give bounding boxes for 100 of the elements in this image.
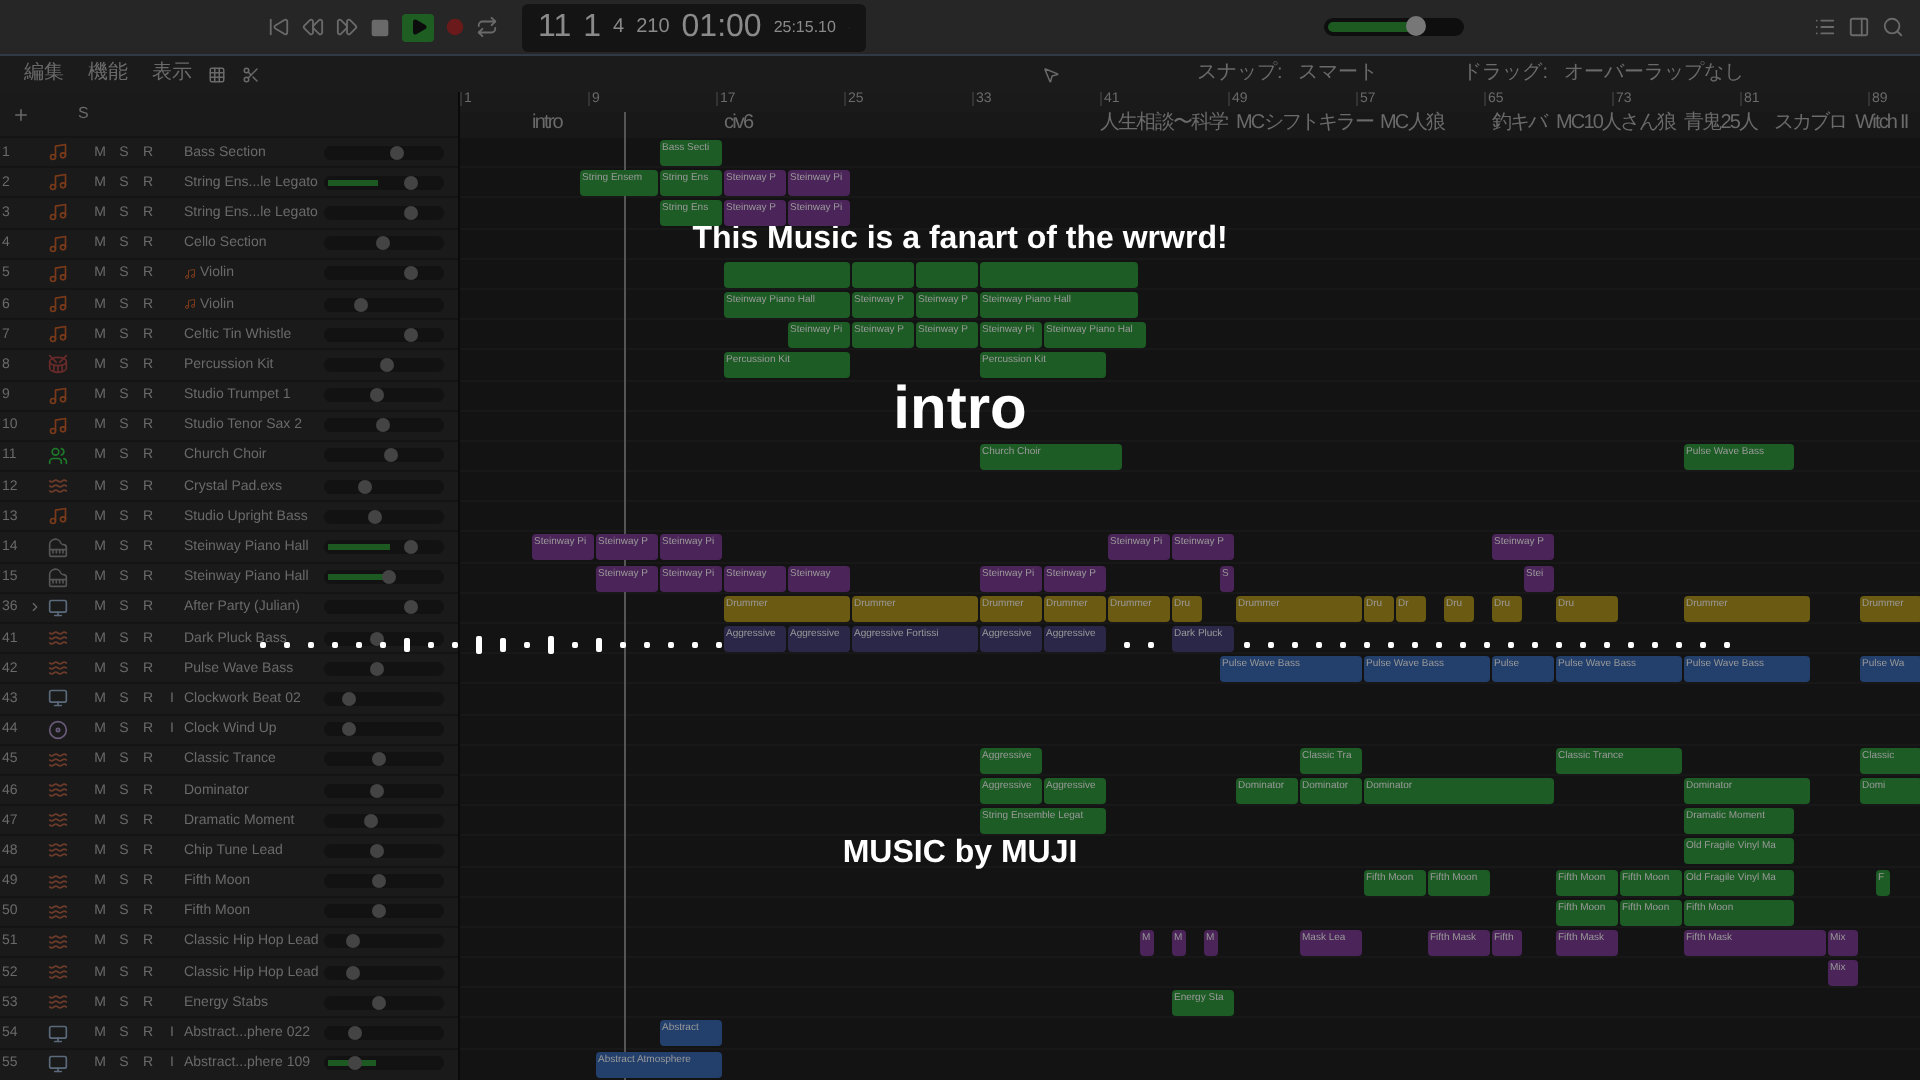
rewind-icon[interactable] — [302, 16, 324, 38]
music-note-icon — [48, 324, 68, 345]
slider-thumb[interactable] — [404, 327, 419, 342]
stop-icon[interactable] — [370, 17, 390, 37]
menu-button[interactable]: 表示 — [152, 64, 192, 84]
slider-thumb[interactable] — [348, 1056, 362, 1071]
volume-slider[interactable] — [324, 934, 444, 949]
wave-icon — [48, 901, 68, 922]
slider-thumb[interactable] — [369, 783, 384, 798]
slider-thumb[interactable] — [404, 540, 419, 555]
volume-slider[interactable] — [324, 297, 444, 312]
slider-thumb[interactable] — [354, 297, 368, 312]
pointer-icon[interactable] — [1042, 65, 1061, 83]
slider-thumb[interactable] — [1405, 16, 1426, 36]
volume-slider[interactable] — [324, 1056, 444, 1071]
slider-thumb[interactable] — [367, 509, 382, 524]
volume-slider[interactable] — [324, 570, 444, 585]
region[interactable] — [916, 261, 978, 288]
add-track-icon[interactable] — [12, 105, 30, 123]
slider-thumb[interactable] — [369, 843, 384, 858]
slider-thumb[interactable] — [380, 357, 395, 372]
slider-thumb[interactable] — [372, 904, 386, 919]
slider-thumb[interactable] — [369, 631, 384, 646]
slider-thumb[interactable] — [404, 205, 419, 220]
volume-slider[interactable] — [324, 691, 444, 706]
slider-thumb[interactable] — [384, 448, 398, 463]
music-note-icon — [48, 142, 68, 163]
volume-slider[interactable] — [324, 1026, 444, 1041]
volume-slider[interactable] — [324, 509, 444, 524]
volume-slider[interactable] — [324, 357, 444, 372]
slider-thumb[interactable] — [375, 236, 390, 251]
slider-thumb[interactable] — [390, 145, 404, 160]
fast-forward-icon[interactable] — [336, 16, 358, 38]
music-note-icon — [48, 263, 68, 284]
scissors-icon[interactable] — [242, 65, 260, 83]
wave-icon — [48, 658, 68, 679]
volume-slider[interactable] — [324, 448, 444, 463]
panel-icon[interactable] — [1848, 16, 1870, 38]
volume-slider[interactable] — [324, 175, 444, 190]
slider-thumb[interactable] — [372, 995, 386, 1010]
slider-thumb[interactable] — [346, 965, 361, 980]
volume-slider[interactable] — [324, 965, 444, 980]
slider-thumb[interactable] — [381, 570, 396, 585]
snap-dropdown[interactable]: スマート — [1298, 64, 1447, 84]
play-button[interactable] — [402, 13, 434, 41]
marker-label: MCシフトキラー — [1236, 114, 1373, 134]
slider-thumb[interactable] — [372, 752, 386, 767]
region[interactable] — [724, 261, 850, 288]
volume-slider[interactable] — [324, 661, 444, 676]
volume-slider[interactable] — [324, 783, 444, 798]
slider-thumb[interactable] — [372, 874, 386, 889]
drag-dropdown[interactable]: オーバーラップなし — [1564, 64, 1744, 84]
record-icon[interactable] — [446, 18, 464, 36]
slider-thumb[interactable] — [342, 722, 356, 737]
slider-thumb[interactable] — [358, 479, 373, 494]
slider-thumb[interactable] — [342, 691, 356, 706]
volume-slider[interactable] — [324, 145, 444, 160]
grid-icon[interactable] — [208, 65, 226, 83]
volume-slider[interactable] — [324, 418, 444, 433]
slider-thumb[interactable] — [369, 661, 384, 676]
volume-slider[interactable] — [324, 540, 444, 555]
list-icon[interactable] — [1814, 16, 1836, 38]
slider-thumb[interactable] — [364, 813, 379, 828]
slider-thumb[interactable] — [404, 600, 419, 615]
volume-slider[interactable] — [324, 631, 444, 646]
slider-thumb[interactable] — [404, 175, 419, 190]
region[interactable] — [980, 261, 1138, 288]
volume-slider[interactable] — [324, 904, 444, 919]
wave-icon — [48, 871, 68, 892]
screen-icon — [48, 688, 68, 709]
menu-button[interactable]: 編集 — [24, 64, 64, 84]
wave-icon — [48, 840, 68, 861]
volume-slider[interactable] — [324, 813, 444, 828]
slider-thumb[interactable] — [404, 266, 419, 281]
marker-label: MC人狼 — [1380, 114, 1444, 134]
volume-slider[interactable] — [324, 874, 444, 889]
volume-slider[interactable] — [324, 236, 444, 251]
volume-slider[interactable] — [324, 388, 444, 403]
volume-slider[interactable] — [324, 327, 444, 342]
volume-slider[interactable] — [324, 843, 444, 858]
volume-slider[interactable] — [324, 479, 444, 494]
volume-slider[interactable] — [324, 205, 444, 220]
slider-thumb[interactable] — [375, 418, 390, 433]
slider-thumb[interactable] — [346, 934, 361, 949]
cycle-icon[interactable] — [476, 16, 498, 38]
search-icon[interactable] — [1882, 16, 1904, 38]
credit-text: MUSIC by MUJI — [842, 838, 1078, 870]
region[interactable] — [852, 261, 914, 288]
slider-thumb[interactable] — [369, 388, 384, 403]
slider-thumb[interactable] — [348, 1026, 362, 1041]
volume-slider[interactable] — [324, 995, 444, 1010]
volume-slider[interactable] — [324, 600, 444, 615]
marker-label: MC10人さん狼 — [1556, 114, 1675, 134]
volume-slider[interactable] — [324, 752, 444, 767]
skip-back-icon[interactable] — [268, 16, 290, 38]
menu-button[interactable]: 機能 — [88, 64, 128, 84]
volume-slider[interactable] — [324, 266, 444, 281]
master-volume-slider[interactable] — [1324, 18, 1464, 36]
volume-slider[interactable] — [324, 722, 444, 737]
beat-readout: 1 — [583, 11, 602, 43]
